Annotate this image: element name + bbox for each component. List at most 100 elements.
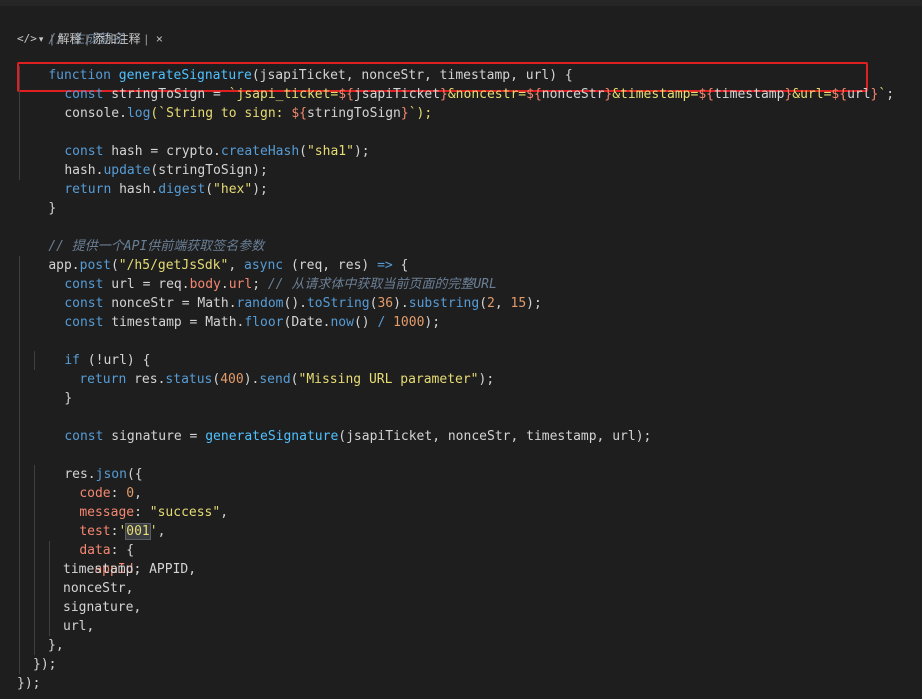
keyword: return — [79, 372, 127, 387]
code-line-7: hash.update(stringToSign); — [33, 142, 268, 178]
separator: | — [144, 32, 148, 46]
method: send — [259, 372, 291, 387]
code-line-32: url, — [63, 617, 94, 636]
identifier: signature, — [63, 600, 142, 615]
template-text: `); — [408, 106, 433, 121]
template-var-close: } — [440, 87, 448, 102]
string: "hex" — [213, 182, 253, 197]
template-var-open: ${ — [291, 106, 307, 121]
template-var-close: } — [400, 106, 409, 121]
editor-top-strip — [0, 0, 922, 6]
paren: ); — [424, 315, 441, 330]
string: "Missing URL parameter" — [298, 372, 479, 387]
number: 15 — [510, 296, 527, 311]
object: Date — [291, 315, 323, 330]
paren: ). — [243, 372, 260, 387]
dot: . — [119, 106, 127, 121]
template-var-open: ${ — [698, 87, 714, 102]
paren: ( — [479, 296, 488, 311]
code-line-19: } — [33, 370, 72, 406]
code-line-31: signature, — [63, 598, 141, 617]
identifier: timestamp, — [63, 562, 142, 577]
identifier: url, — [63, 619, 95, 634]
code-line-23: res.json({ — [33, 446, 142, 482]
paren: ( — [299, 144, 307, 159]
template-var: timestamp — [713, 87, 785, 102]
identifier: APPID — [149, 562, 189, 577]
brace: }); — [33, 657, 57, 672]
keyword: return — [64, 182, 112, 197]
template-text: &timestamp= — [612, 87, 699, 102]
code-line-29: timestamp, — [63, 560, 141, 579]
paren: ); — [252, 182, 268, 197]
code-line-33: }, — [48, 636, 64, 655]
keyword: const — [64, 429, 104, 444]
code-line-17: if (!url) { — [33, 332, 150, 368]
paren: ( — [290, 372, 299, 387]
template-var: url — [847, 87, 871, 102]
template-var-open: ${ — [526, 87, 542, 102]
method: log — [126, 106, 151, 121]
brace: }, — [48, 638, 64, 653]
code-line-21: const signature = generateSignature(jsap… — [33, 408, 651, 444]
operator: = — [181, 429, 206, 444]
paren: ); — [526, 296, 542, 311]
indent-guide — [34, 465, 35, 655]
paren: ( — [205, 182, 214, 197]
template-text: (`String to sign: — [150, 106, 292, 121]
add-comment-link[interactable]: 添加注释 — [93, 31, 141, 47]
number: 400 — [220, 372, 244, 387]
template-var: stringToSign — [306, 106, 401, 121]
indent-guide — [34, 351, 35, 370]
code-line-15: const timestamp = Math.floor(Date.now() … — [33, 294, 440, 330]
code-line-3: const stringToSign = `jsapi_ticket=${jsa… — [33, 66, 894, 102]
explain-link[interactable]: 解释 — [58, 31, 82, 47]
method: now — [330, 315, 354, 330]
code-line-12: app.post("/h5/getJsSdk", async (req, res… — [17, 237, 408, 273]
code-line-4: console.log(`String to sign: ${stringToS… — [33, 85, 432, 121]
function-call: generateSignature — [205, 429, 339, 444]
code-line-1: // 生成签名 — [17, 11, 123, 47]
close-icon[interactable]: × — [156, 31, 163, 47]
quote: ' — [149, 524, 158, 539]
method: status — [165, 372, 213, 387]
indent-guide — [19, 66, 20, 180]
comma: , — [220, 505, 229, 520]
comma: , — [188, 562, 197, 577]
separator: | — [50, 32, 54, 46]
code-line-9: } — [17, 180, 56, 216]
paren: ); — [478, 372, 495, 387]
code-line-26: test:'001', — [48, 503, 165, 540]
code-line-34: }); — [33, 655, 56, 674]
separator: | — [85, 32, 89, 46]
code-line-25: message: "success", — [48, 484, 228, 520]
code-line-13: const url = req.body.url; // 从请求体中获取当前页面… — [33, 256, 497, 292]
method: digest — [158, 182, 206, 197]
code-line-11: // 提供一个API供前端获取签名参数 — [17, 218, 264, 254]
paren: ); — [353, 144, 370, 159]
code-editor[interactable]: // 生成签名 </> ▾ | 解释 | 添加注释 | × function g… — [0, 0, 922, 699]
code-line-30: nonceStr, — [63, 579, 133, 598]
object: console — [64, 106, 120, 121]
indent-guide — [19, 256, 20, 674]
operator: = — [181, 315, 206, 330]
code-icon[interactable]: </> — [17, 31, 37, 47]
object: res — [126, 372, 158, 387]
object: Math — [205, 315, 237, 330]
brace: } — [48, 201, 57, 216]
code-line-27: data: { — [48, 522, 134, 558]
comma: , — [494, 296, 511, 311]
codelens-bar: </> ▾ | 解释 | 添加注释 | × — [17, 31, 163, 47]
semicolon: ; — [886, 87, 895, 102]
comma: , — [157, 524, 166, 539]
number: 1000 — [393, 315, 425, 330]
identifier: nonceStr, — [63, 581, 134, 596]
brace: } — [64, 391, 73, 406]
keyword: const — [64, 315, 104, 330]
template-text: &url= — [792, 87, 832, 102]
brace: }); — [17, 676, 41, 691]
code-line-35: }); — [17, 674, 40, 693]
paren: () — [353, 315, 378, 330]
chevron-down-icon[interactable]: ▾ — [39, 31, 44, 47]
